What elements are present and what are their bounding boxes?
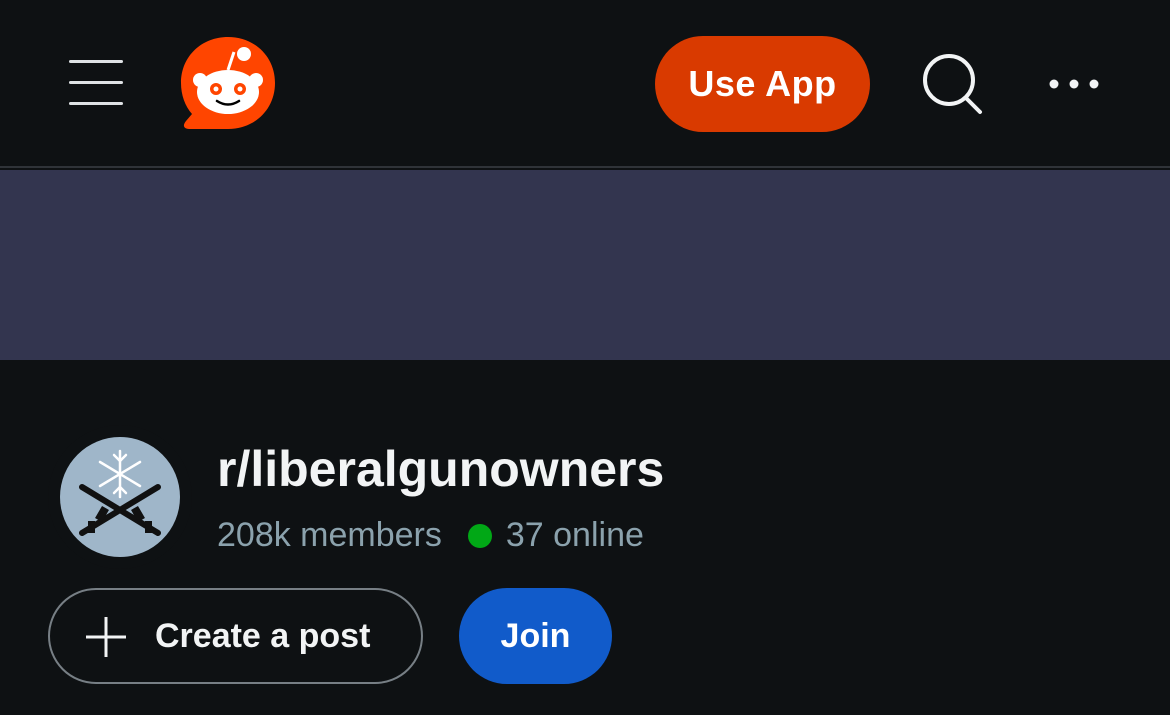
search-icon[interactable]	[918, 52, 988, 118]
online-indicator-icon	[467, 523, 492, 548]
member-count: 208k members	[217, 516, 442, 554]
community-banner	[0, 170, 1170, 360]
community-stats: 208k members 37 online	[217, 516, 644, 555]
join-button[interactable]: Join	[459, 588, 612, 684]
use-app-button[interactable]: Use App	[655, 36, 870, 132]
create-post-label: Create a post	[155, 617, 371, 655]
community-name: r/liberalgunowners	[217, 441, 665, 497]
more-options-icon[interactable]	[1040, 62, 1108, 106]
community-avatar	[48, 425, 192, 569]
top-header: Use App	[0, 0, 1170, 168]
snowflake-crossed-rifles-icon	[60, 437, 180, 557]
reddit-logo-icon[interactable]	[178, 34, 278, 134]
online-count: 37 online	[505, 516, 644, 554]
plus-icon	[86, 617, 126, 657]
hamburger-menu-icon[interactable]	[62, 52, 130, 114]
create-post-button[interactable]: Create a post	[48, 588, 423, 684]
